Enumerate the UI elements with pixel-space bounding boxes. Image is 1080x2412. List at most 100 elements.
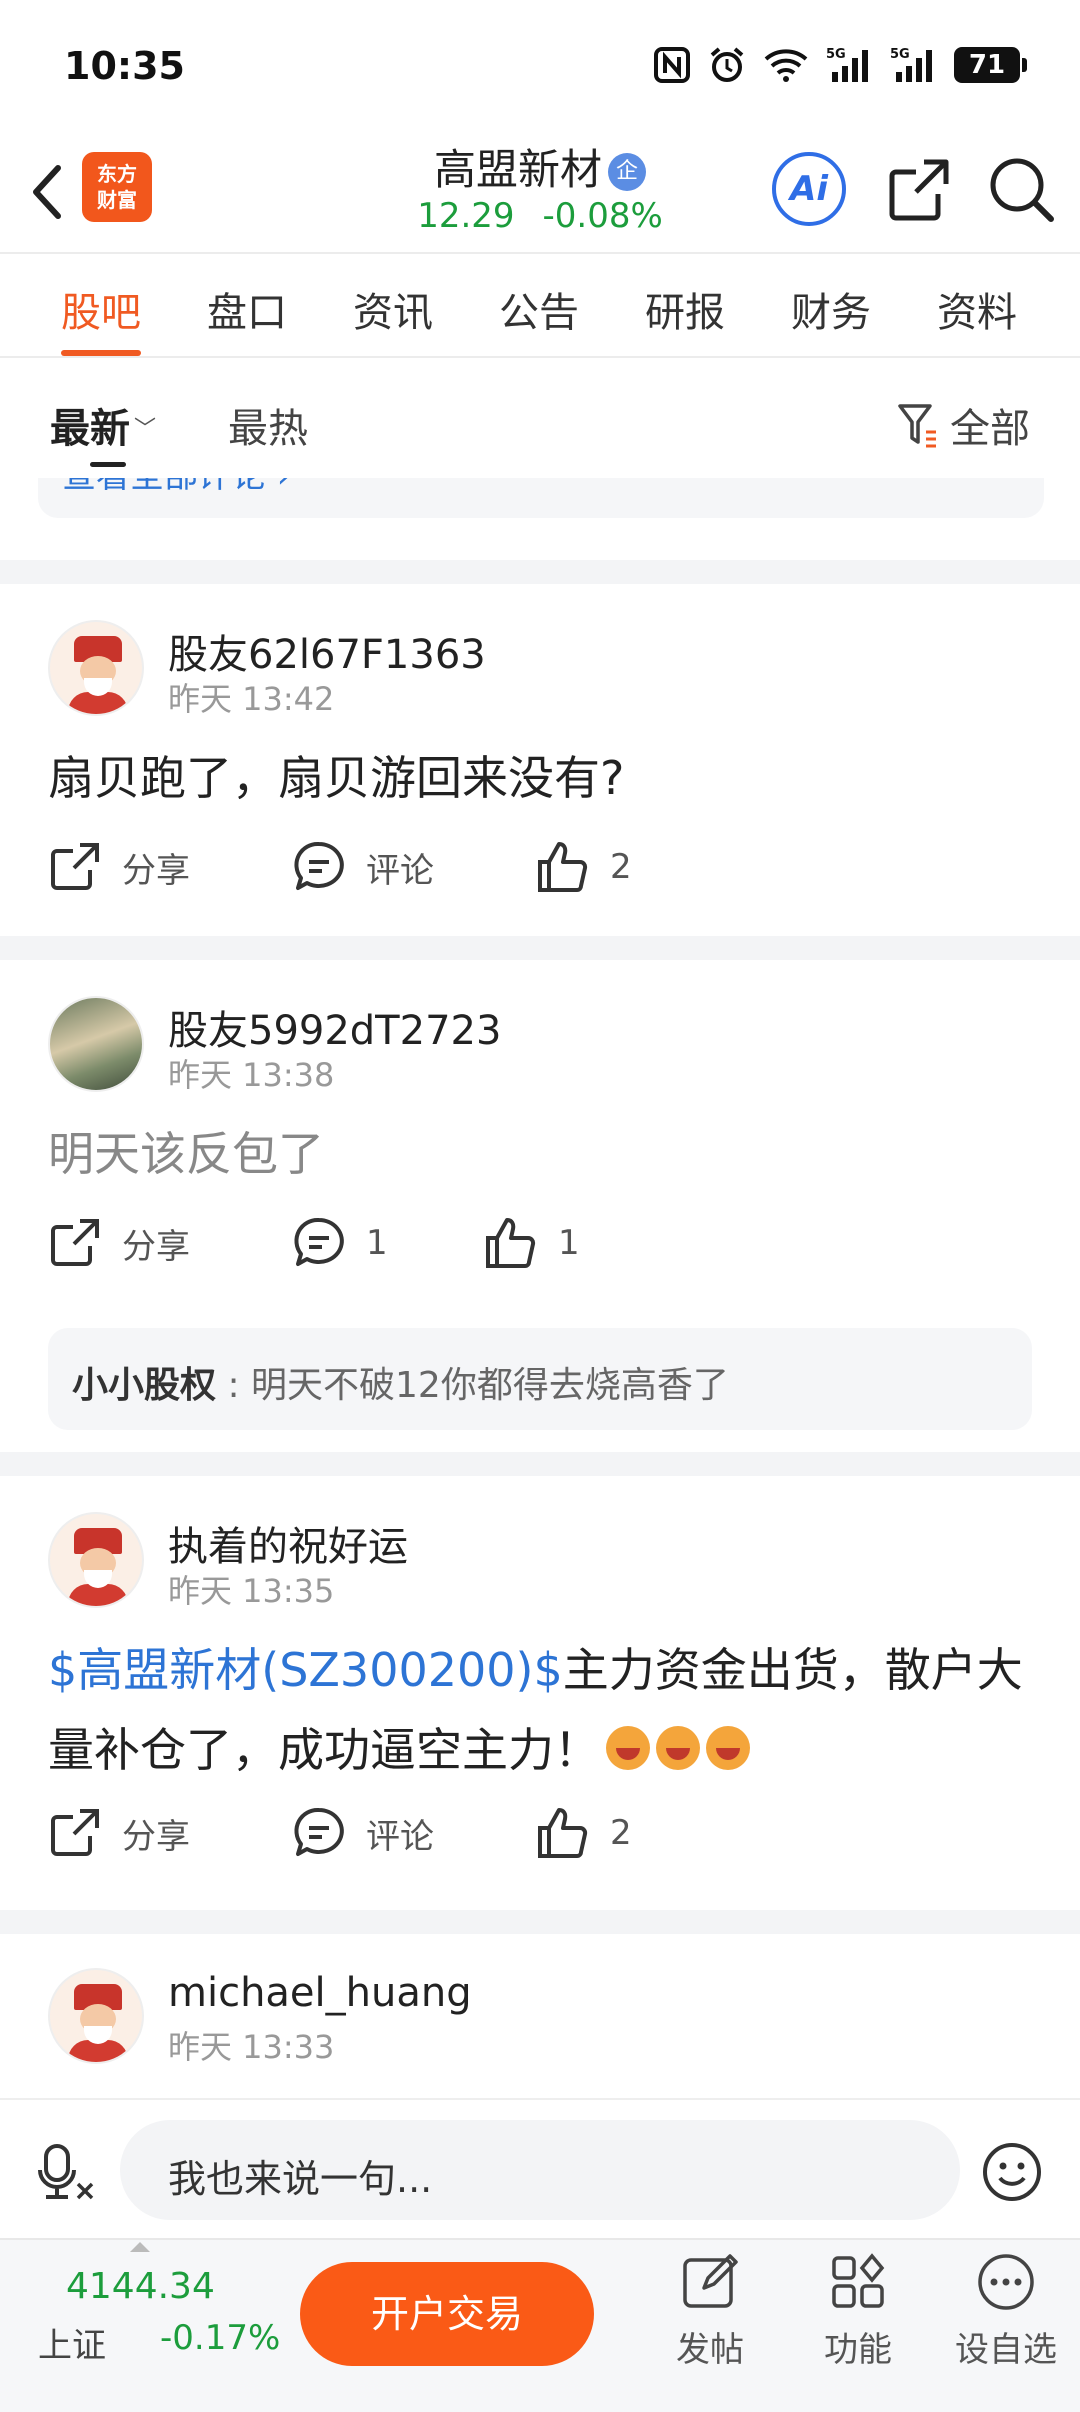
stock-tag-link[interactable]: $高盟新材(SZ300200)$ [48,1643,563,1697]
post-text: 扇贝跑了，扇贝游回来没有? [48,751,625,805]
thumbs-up-icon [538,842,588,892]
edit-icon [683,2254,738,2308]
tab-research[interactable]: 研报 [612,254,758,356]
stock-header: 东方 财富 高盟新材企 12.29 -0.08% Ai [0,130,1080,254]
avatar[interactable] [48,996,144,1092]
post-author[interactable]: 股友62l67F1363 [168,622,486,680]
comment-button[interactable]: 评论 [292,1806,434,1860]
emoji-icon[interactable] [980,2140,1044,2204]
laughing-emoji-icon [706,1726,750,1770]
post-feed: 查看全部评论 › 股友62l67F1363 昨天 13:42 扇贝跑了，扇贝游回… [0,478,1080,2098]
tab-guba[interactable]: 股吧 [28,254,174,356]
comment-icon [294,1217,344,1266]
enterprise-badge: 企 [608,153,646,191]
like-button[interactable]: 2 [536,1806,632,1860]
search-icon[interactable] [986,154,1056,224]
post-actions: 分享 评论 2 [48,1806,1048,1870]
partial-comment-card: 查看全部评论 › [38,478,1044,518]
post-actions: 分享 评论 2 [48,840,1048,904]
share-button[interactable]: 分享 [48,1806,190,1860]
post-author[interactable]: 股友5992dT2723 [168,998,501,1056]
open-account-trade-button[interactable]: 开户交易 [300,2262,594,2366]
stock-change: -0.08% [542,196,663,236]
comment-input[interactable]: 我也来说一句... [120,2120,960,2220]
index-name: 上证 [38,2326,106,2366]
chevron-down-icon: ﹀ [134,417,157,442]
stock-price: 12.29 [417,196,515,236]
sort-indicator [90,462,126,467]
battery-icon: 71 [954,47,1027,83]
share-button[interactable]: 分享 [48,1216,190,1270]
post-text: 明天该反包了 [48,1127,324,1181]
voice-input-icon[interactable] [36,2140,100,2204]
comment-icon [294,841,344,890]
tab-finance[interactable]: 财务 [758,254,904,356]
laughing-emoji-icon [606,1726,650,1770]
nav-functions[interactable]: 功能 [788,2252,928,2371]
status-time: 10:35 [64,44,185,88]
share-icon [51,1809,99,1856]
nav-add-watchlist[interactable]: 设自选 [936,2252,1076,2371]
nav-post[interactable]: 发帖 [640,2252,780,2371]
post-text: $高盟新材(SZ300200)$主力资金出货，散户大量补仓了，成功逼空主力！ [48,1643,1023,1777]
wifi-icon [764,49,808,82]
comment-icon [294,1807,344,1856]
share-icon [51,843,99,890]
laughing-emoji-icon [656,1726,700,1770]
ai-button[interactable]: Ai [772,152,846,226]
section-tabs: 股吧 盘口 资讯 公告 研报 财务 资料 [0,254,1080,358]
signal-5g-icon: 5G [826,47,868,82]
share-button[interactable]: 分享 [48,840,190,894]
grid-icon [832,2253,885,2308]
tab-pankou[interactable]: 盘口 [174,254,320,356]
signal-5g-icon-2: 5G [890,47,932,82]
post-time: 昨天 13:33 [168,2028,335,2066]
comment-button[interactable]: 评论 [292,840,434,894]
like-button[interactable]: 2 [536,840,632,894]
avatar[interactable] [48,620,144,716]
bottom-bar: 4144.34 上证 -0.17% 开户交易 发帖 功能 设自选 [0,2238,1080,2412]
tab-profile[interactable]: 资料 [904,254,1050,356]
index-change: -0.17% [160,2318,281,2358]
thumbs-up-icon [486,1218,536,1268]
tab-announcements[interactable]: 公告 [466,254,612,356]
share-icon[interactable] [884,154,954,224]
svg-text:5G: 5G [826,47,846,62]
reply-user[interactable]: 小小股权 [72,1365,216,1406]
view-all-comments-link[interactable]: 查看全部评论 › [62,478,290,497]
stock-name: 高盟新材 [433,145,602,194]
expand-caret-icon[interactable] [130,2242,150,2252]
post-author[interactable]: michael_huang [168,1970,472,2016]
sort-bar: 最新 ﹀ 最热 全部 [0,360,1080,478]
divider [0,936,1080,960]
avatar[interactable] [48,1968,144,2064]
reply-preview[interactable]: 小小股权 : 明天不破12你都得去烧高香了 [48,1328,1032,1430]
reply-text: : 明天不破12你都得去烧高香了 [216,1365,729,1406]
filter-icon [898,404,936,448]
comment-button[interactable]: 1 [292,1216,388,1270]
comment-input-bar: 我也来说一句... [0,2098,1080,2238]
status-icons: 5G 5G 71 [654,46,1027,84]
post-time: 昨天 13:35 [168,1572,335,1610]
index-value: 4144.34 [66,2266,215,2307]
post-author[interactable]: 执着的祝好运 [168,1514,408,1572]
share-icon [51,1219,99,1266]
avatar[interactable] [48,1512,144,1608]
sort-hot-button[interactable]: 最热 [228,396,308,454]
divider [0,1910,1080,1934]
post-time: 昨天 13:42 [168,680,335,718]
post-actions: 分享 1 1 [48,1216,1048,1280]
filter-button[interactable]: 全部 [896,396,1030,454]
nfc-icon [654,47,690,83]
like-button[interactable]: 1 [484,1216,580,1270]
thumbs-up-icon [538,1808,588,1858]
more-icon [978,2254,1034,2310]
divider [0,1452,1080,1476]
svg-text:5G: 5G [890,47,910,62]
tab-news[interactable]: 资讯 [320,254,466,356]
divider [0,560,1080,584]
alarm-icon [710,47,744,82]
post-time: 昨天 13:38 [168,1056,335,1094]
sort-latest-button[interactable]: 最新 ﹀ [50,396,156,454]
status-bar: 10:35 5G 5G 71 [0,0,1080,130]
